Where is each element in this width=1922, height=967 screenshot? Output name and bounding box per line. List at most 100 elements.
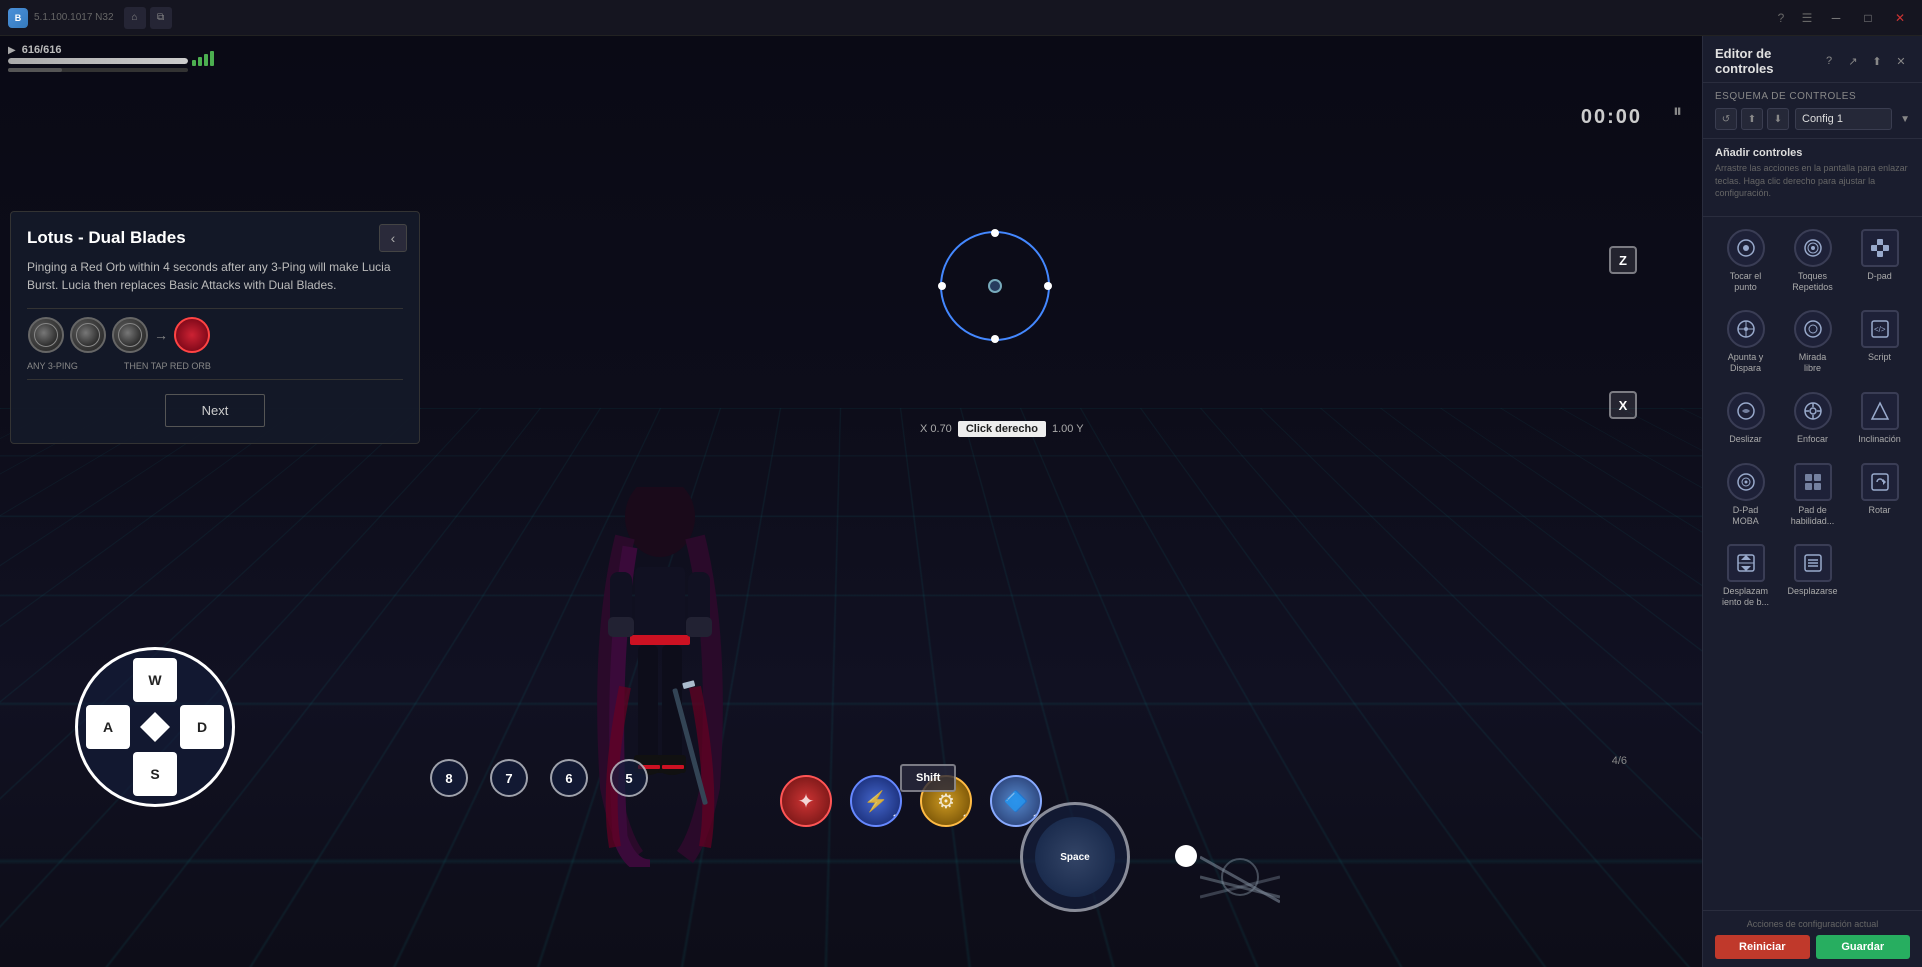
skill-4-button[interactable]: ✦ 4 [780,775,832,827]
skill-num-5[interactable]: 5 [610,759,648,797]
signal-bar-3 [204,54,208,66]
control-apunta[interactable]: Apunta yDispara [1715,304,1776,380]
inclinacion-icon [1861,392,1899,430]
control-rotar[interactable]: Rotar [1849,457,1910,533]
main-area: ▶ 616/616 00:00 ⏸ [0,36,1922,967]
desplazarse-label: Desplazarse [1787,586,1837,597]
signal-bar-4 [210,51,214,66]
dpadmoba-icon [1727,463,1765,501]
shift-button[interactable]: Shift [900,764,956,792]
control-tocar[interactable]: Tocar elpunto [1715,223,1776,299]
scheme-icon-2[interactable]: ⬆ [1741,108,1763,130]
guardar-button[interactable]: Guardar [1816,935,1911,959]
minimize-button[interactable]: ─ [1822,4,1850,32]
control-deslizar[interactable]: Deslizar [1715,386,1776,451]
skill-3-button[interactable]: ⚡ 3 [850,775,902,827]
scheme-select[interactable]: Config 1 [1795,108,1892,130]
control-mirada[interactable]: Miradalibre [1782,304,1843,380]
enfocar-label: Enfocar [1797,434,1828,445]
dpadmoba-label: D-PadMOBA [1732,505,1759,527]
pause-button[interactable]: ⏸ [1673,101,1682,122]
maximize-button[interactable]: □ [1854,4,1882,32]
ring-dot-top [991,229,999,237]
tocar-icon [1727,229,1765,267]
tutorial-next-button[interactable]: Next [165,394,266,427]
dpad-right-button[interactable]: D [180,705,224,749]
add-controls-desc: Arrastre las acciones en la pantalla par… [1715,162,1910,200]
control-script[interactable]: </> Script [1849,304,1910,380]
space-button[interactable]: Space [1020,802,1130,912]
panel-close-icon[interactable]: ✕ [1892,52,1910,70]
control-scheme-row: ↺ ⬆ ⬇ Config 1 ▼ [1715,108,1910,130]
bottom-buttons: Reiniciar Guardar [1715,935,1910,959]
ring-dot-left [938,282,946,290]
coord-x: X 0.70 [920,423,952,435]
hp-bar-container: ▶ 616/616 [8,44,188,72]
dpad-left-button[interactable]: A [86,705,130,749]
right-click-label: X 0.70 Click derecho 1.00 Y [920,421,1084,437]
scheme-icon-3[interactable]: ⬇ [1767,108,1789,130]
panel-help-icon[interactable]: ? [1820,52,1838,70]
bs-home-icon[interactable]: ⌂ [124,7,146,29]
reiniciar-button[interactable]: Reiniciar [1715,935,1810,959]
tocar-label: Tocar elpunto [1730,271,1762,293]
control-padhabilidad[interactable]: Pad dehabilidad... [1782,457,1843,533]
combo-label-any3ping: ANY 3-PING [27,361,78,371]
character-svg [580,487,740,867]
grid-floor [0,408,1702,967]
dpad-icon [1861,229,1899,267]
skill-num-7[interactable]: 7 [490,759,528,797]
script-label: Script [1868,352,1891,363]
bs-menu-btn[interactable]: ☰ [1796,7,1818,29]
script-icon: </> [1861,310,1899,348]
orb-icon-2 [70,317,106,353]
dpad-control[interactable]: W S A D [75,647,235,807]
add-controls-title: Añadir controles [1715,147,1910,159]
bs-duplicate-icon[interactable]: ⧉ [150,7,172,29]
cross-decoration [1200,847,1280,907]
game-timer: 00:00 [1581,106,1642,129]
tutorial-description: Pinging a Red Orb within 4 seconds after… [27,258,403,294]
scheme-icon-1[interactable]: ↺ [1715,108,1737,130]
space-label: Space [1060,852,1089,863]
close-button[interactable]: ✕ [1886,4,1914,32]
control-desplazarse[interactable]: Desplazarse [1782,538,1843,614]
space-inner: Space [1035,817,1115,897]
control-dpadmoba[interactable]: D-PadMOBA [1715,457,1776,533]
control-enfocar[interactable]: Enfocar [1782,386,1843,451]
deslizar-label: Deslizar [1729,434,1762,445]
dpad-circle: W S A D [75,647,235,807]
desplazamiento-label: Desplazamiento de b... [1722,586,1769,608]
right-click-badge: Click derecho [958,421,1046,437]
panel-share-icon[interactable]: ↗ [1844,52,1862,70]
skill-num-6[interactable]: 6 [550,759,588,797]
dpad-down-button[interactable]: S [133,752,177,796]
combo-arrow: → [154,327,168,343]
scheme-section: Esquema de controles ↺ ⬆ ⬇ Config 1 ▼ [1703,83,1922,139]
hp-bar-fill [8,58,188,64]
deslizar-icon [1727,392,1765,430]
bs-logo: B 5.1.100.1017 N32 [8,8,114,28]
tutorial-back-button[interactable]: ‹ [379,224,407,252]
signal-bars [192,51,214,66]
panel-title: Editor de controles [1715,46,1820,76]
ring-dot-bottom [991,335,999,343]
toques-label: ToquesRepetidos [1792,271,1833,293]
control-toques[interactable]: ToquesRepetidos [1782,223,1843,299]
dpad-up-button[interactable]: W [133,658,177,702]
control-desplazamiento[interactable]: Desplazamiento de b... [1715,538,1776,614]
scheme-icons: ↺ ⬆ ⬇ [1715,108,1789,130]
padhabilidad-label: Pad dehabilidad... [1791,505,1835,527]
white-dot-button[interactable] [1175,845,1197,867]
signal-bar-1 [192,60,196,66]
panel-upload-icon[interactable]: ⬆ [1868,52,1886,70]
skill-num-8[interactable]: 8 [430,759,468,797]
secondary-bar [8,68,188,72]
control-inclinacion[interactable]: Inclinación [1849,386,1910,451]
skill-4-wrap: ✦ 4 [780,775,832,827]
game-viewport: ▶ 616/616 00:00 ⏸ [0,36,1702,967]
control-dpad[interactable]: D-pad [1849,223,1910,299]
ring-dot-right [1044,282,1052,290]
hp-bar [8,58,188,64]
bs-help-btn[interactable]: ? [1770,7,1792,29]
